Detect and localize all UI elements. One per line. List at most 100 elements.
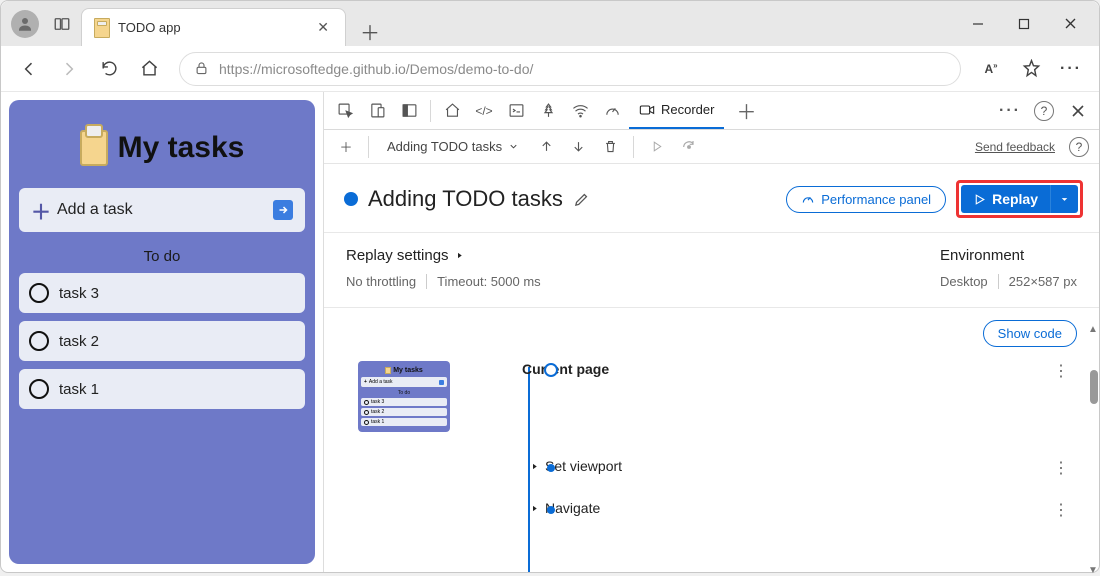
show-code-button[interactable]: Show code [983,320,1077,347]
device-emulation-button[interactable] [362,96,392,126]
new-recording-button[interactable]: ＋ [334,132,358,162]
add-task-row: ＋ Add a task [19,188,305,232]
scrollbar[interactable]: ▲ ▼ [1090,330,1098,570]
plus-icon: ＋ [31,196,51,225]
minimize-button[interactable] [955,1,1001,46]
step-menu-button[interactable]: ⋮ [1045,458,1077,478]
send-feedback-link[interactable]: Send feedback [975,140,1055,154]
settings-menu-button[interactable]: ··· [1053,51,1089,87]
clipboard-icon [94,18,110,38]
favorite-button[interactable] [1013,51,1049,87]
maximize-button[interactable] [1001,1,1047,46]
scroll-down-icon[interactable]: ▼ [1088,565,1098,572]
activity-bar-button[interactable] [394,96,424,126]
recording-header: Adding TODO tasks Performance panel Repl… [324,164,1099,232]
profile-button[interactable] [11,10,39,38]
throttling-value: No throttling [346,274,416,289]
page-viewport: My tasks ＋ Add a task To do task 3 task … [1,92,323,572]
replay-button[interactable]: Replay [961,185,1050,213]
recording-name: Adding TODO tasks [387,139,502,154]
recorder-tab[interactable]: Recorder [629,92,724,129]
step-navigate[interactable]: Navigate [530,500,1045,516]
step-set-viewport[interactable]: Set viewport [530,458,1045,474]
new-tab-button[interactable]: ＋ [356,17,384,46]
address-bar[interactable]: https://microsoftedge.github.io/Demos/de… [179,52,961,86]
device-value: Desktop [940,274,988,289]
delete-button[interactable] [597,132,623,162]
app-title: My tasks [118,131,245,165]
divider [633,136,634,158]
task-item[interactable]: task 3 [19,273,305,313]
content-area: My tasks ＋ Add a task To do task 3 task … [1,92,1099,572]
submit-task-button[interactable] [273,200,293,220]
workspaces-button[interactable] [53,15,71,33]
recording-dot-icon [344,192,358,206]
help-button[interactable]: ? [1029,96,1059,126]
recorder-toolbar: ＋ Adding TODO tasks Send feedback ? [324,130,1099,164]
close-devtools-button[interactable] [1063,96,1093,126]
divider [368,136,369,158]
task-label: task 1 [59,381,99,398]
steps-timeline: My tasks +Add a task To do task 3 task 2… [324,351,1099,572]
timeline-node-icon [547,506,555,514]
console-tab[interactable] [501,96,531,126]
export-button[interactable] [533,132,559,162]
import-button[interactable] [565,132,591,162]
reload-button[interactable] [91,51,127,87]
step-current-page[interactable]: Current page [522,361,1045,377]
url-text: https://microsoftedge.github.io/Demos/de… [219,61,533,77]
recording-selector[interactable]: Adding TODO tasks [379,136,527,157]
replay-settings-panel: Replay settings No throttling Timeout: 5… [324,232,1099,308]
performance-panel-button[interactable]: Performance panel [786,186,946,213]
step-button[interactable] [676,132,702,162]
timeline-node-icon [547,464,555,472]
checkbox-icon[interactable] [29,379,49,399]
add-task-input[interactable]: Add a task [57,201,273,219]
window-controls [955,1,1093,46]
performance-tab[interactable] [597,96,627,126]
replay-button-highlight: Replay [956,180,1083,218]
more-tabs-button[interactable]: ＋ [732,96,760,125]
app-header: My tasks [19,130,305,166]
elements-tab[interactable]: </> [469,96,499,126]
forward-button[interactable] [51,51,87,87]
task-item[interactable]: task 2 [19,321,305,361]
tab-strip: TODO app ✕ ＋ [81,1,384,46]
environment-heading: Environment [940,247,1077,264]
screenshot-thumbnail[interactable]: My tasks +Add a task To do task 3 task 2… [358,361,450,432]
more-tools-button[interactable]: ··· [995,96,1025,126]
sources-tab[interactable] [533,96,563,126]
continue-button[interactable] [644,132,670,162]
scroll-up-icon[interactable]: ▲ [1088,324,1098,335]
scrollbar-thumb[interactable] [1090,370,1098,404]
close-window-button[interactable] [1047,1,1093,46]
timeout-value: Timeout: 5000 ms [426,274,541,289]
replay-dropdown-button[interactable] [1050,185,1078,213]
task-item[interactable]: task 1 [19,369,305,409]
replay-settings-heading[interactable]: Replay settings [346,247,541,264]
step-menu-button[interactable]: ⋮ [1045,361,1077,381]
divider [430,100,431,122]
tab-label: Recorder [661,102,714,117]
show-code-row: Show code [324,308,1099,351]
checkbox-icon[interactable] [29,283,49,303]
nav-toolbar: https://microsoftedge.github.io/Demos/de… [1,46,1099,92]
home-button[interactable] [131,51,167,87]
help-icon[interactable]: ? [1069,137,1089,157]
network-tab[interactable] [565,96,595,126]
checkbox-icon[interactable] [29,331,49,351]
todo-app: My tasks ＋ Add a task To do task 3 task … [9,100,315,564]
viewport-dims: 252×587 px [998,274,1077,289]
read-aloud-button[interactable]: A» [973,51,1009,87]
tab-active[interactable]: TODO app ✕ [81,8,346,46]
close-tab-button[interactable]: ✕ [313,17,333,38]
recording-title: Adding TODO tasks [368,186,563,212]
back-button[interactable] [11,51,47,87]
inspect-element-button[interactable] [330,96,360,126]
welcome-tab[interactable] [437,96,467,126]
titlebar: TODO app ✕ ＋ [1,1,1099,46]
edit-title-button[interactable] [573,191,590,208]
clipboard-icon [80,130,108,166]
tab-title: TODO app [118,20,305,35]
step-menu-button[interactable]: ⋮ [1045,500,1077,520]
